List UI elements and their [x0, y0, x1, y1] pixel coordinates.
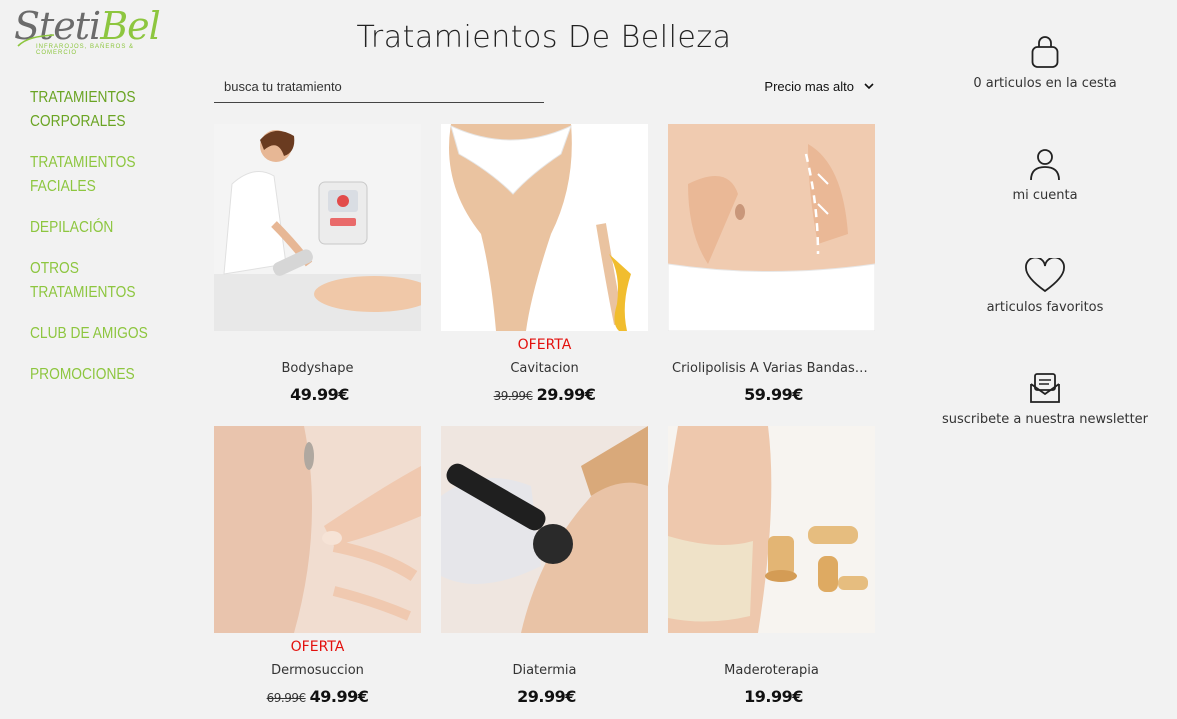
product-price: 59.99€ [668, 385, 875, 404]
newsletter-label: suscribete a nuestra newsletter [941, 412, 1149, 427]
product-name[interactable]: Maderoterapia [668, 663, 875, 678]
product-image-bodyshape[interactable] [214, 124, 421, 331]
cart-link[interactable]: 0 articulos en la cesta [930, 34, 1160, 91]
account-label: mi cuenta [1012, 188, 1078, 203]
favorites-label: articulos favoritos [986, 300, 1104, 315]
heart-icon [1025, 258, 1065, 293]
product-image-cavitacion[interactable] [441, 124, 648, 331]
cart-label: 0 articulos en la cesta [973, 76, 1117, 91]
product-current-price: 19.99€ [744, 687, 803, 706]
category-nav: TRATAMIENTOS CORPORALES TRATAMIENTOS FAC… [30, 86, 200, 404]
product-old-price: 69.99€ [266, 691, 307, 705]
product-current-price: 29.99€ [517, 687, 576, 706]
product-image-maderoterapia[interactable] [668, 426, 875, 633]
nav-item-club-de-amigos[interactable]: CLUB DE AMIGOS [30, 322, 176, 346]
product-price: 29.99€ [441, 687, 648, 706]
product-card[interactable]: OFERTA Dermosuccion 69.99€ 49.99€ [214, 426, 421, 706]
product-current-price: 29.99€ [536, 385, 596, 404]
product-current-price: 59.99€ [744, 385, 803, 404]
product-name[interactable]: Cavitacion [441, 361, 648, 376]
logo[interactable]: StetiBel INFRAROJOS, BAÑEROS & COMERCIO [14, 6, 174, 58]
product-name[interactable]: Criolipolisis A Varias Bandas ... [668, 361, 875, 376]
product-price: 19.99€ [668, 687, 875, 706]
product-current-price: 49.99€ [309, 687, 369, 706]
favorites-link[interactable]: articulos favoritos [930, 258, 1160, 315]
nav-item-depilacion[interactable]: DEPILACIÓN [30, 216, 176, 240]
product-image-dermosuccion[interactable] [214, 426, 421, 633]
product-current-price: 49.99€ [290, 385, 349, 404]
user-icon [1030, 149, 1060, 181]
logo-swoosh-icon [17, 34, 55, 47]
product-price: 69.99€ 49.99€ [214, 687, 421, 706]
search-input[interactable] [214, 70, 544, 103]
newsletter-link[interactable]: suscribete a nuestra newsletter [930, 370, 1160, 427]
bag-icon [1031, 36, 1059, 68]
product-name[interactable]: Bodyshape [214, 361, 421, 376]
nav-item-tratamientos-corporales[interactable]: TRATAMIENTOS CORPORALES [30, 86, 176, 134]
mail-icon [1030, 373, 1060, 403]
product-price: 39.99€ 29.99€ [441, 385, 648, 404]
sort-select[interactable]: Precio mas alto [740, 76, 874, 96]
nav-item-promociones[interactable]: PROMOCIONES [30, 363, 176, 387]
nav-item-otros-tratamientos[interactable]: OTROS TRATAMIENTOS [30, 257, 176, 305]
product-price: 49.99€ [214, 385, 421, 404]
product-image-criolipolisis[interactable] [668, 124, 875, 331]
product-name[interactable]: Diatermia [441, 663, 648, 678]
account-link[interactable]: mi cuenta [930, 146, 1160, 203]
product-old-price: 39.99€ [493, 389, 534, 403]
oferta-badge: OFERTA [517, 337, 572, 353]
oferta-badge: OFERTA [290, 639, 345, 655]
page-title: Tratamientos De Belleza [356, 20, 732, 55]
product-card[interactable]: Diatermia 29.99€ [441, 426, 648, 706]
chevron-down-icon [864, 83, 874, 90]
product-image-diatermia[interactable] [441, 426, 648, 633]
product-card[interactable]: Bodyshape 49.99€ [214, 124, 421, 404]
product-card[interactable]: Maderoterapia 19.99€ [668, 426, 875, 706]
product-card[interactable]: Criolipolisis A Varias Bandas ... 59.99€ [668, 124, 875, 404]
product-name[interactable]: Dermosuccion [214, 663, 421, 678]
product-card[interactable]: OFERTA Cavitacion 39.99€ 29.99€ [441, 124, 648, 404]
logo-text-accent: Bel [100, 4, 161, 48]
nav-item-tratamientos-faciales[interactable]: TRATAMIENTOS FACIALES [30, 151, 176, 199]
sort-selected-value: Precio mas alto [764, 78, 854, 94]
